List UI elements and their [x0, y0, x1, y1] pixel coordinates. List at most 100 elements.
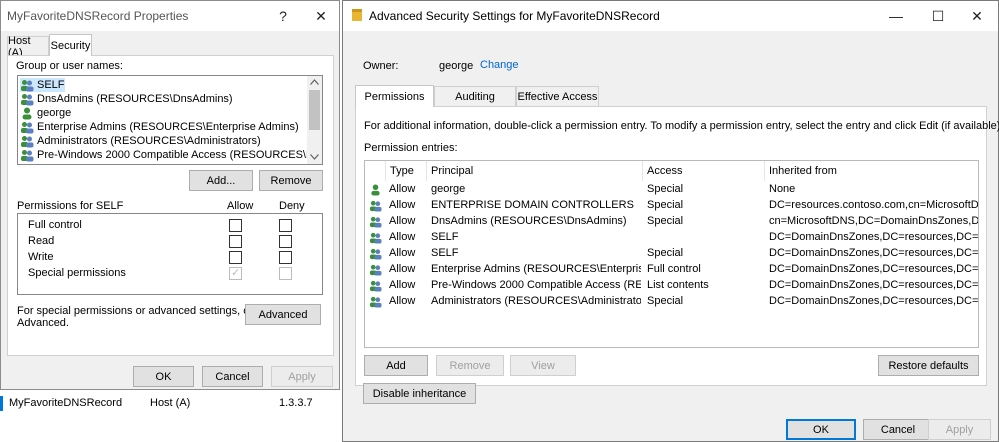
advanced-ok-button[interactable]: OK [786, 419, 856, 440]
minimize-button[interactable]: — [876, 1, 916, 31]
table-row[interactable]: Allow ENTERPRISE DOMAIN CONTROLLERS Specia… [365, 198, 978, 214]
table-row[interactable]: Allow SELF Special DC=DomainDnsZones,DC=res… [365, 246, 978, 262]
checkmark-icon: ✓ [231, 267, 241, 279]
help-button[interactable]: ? [263, 1, 303, 31]
entry-access: Special [647, 199, 684, 211]
entry-inherited: DC=DomainDnsZones,DC=resources,DC=c... [769, 247, 978, 259]
remove-user-button[interactable]: Remove [259, 170, 323, 191]
group-icon [21, 149, 34, 161]
entry-type: Allow [389, 279, 416, 291]
entry-inherited: cn=MicrosoftDNS,DC=DomainDnsZones,D... [769, 215, 978, 227]
table-row[interactable]: Allow george Special None [365, 182, 978, 198]
entry-access: Special [647, 247, 684, 259]
permissions-for-label: Permissions for SELF [17, 200, 124, 212]
maximize-button[interactable]: ☐ [918, 1, 958, 31]
scroll-down-icon[interactable] [310, 154, 319, 160]
tab-host-a[interactable]: Host (A) [7, 35, 49, 59]
list-item[interactable]: DnsAdmins (RESOURCES\DnsAdmins) [20, 92, 233, 106]
table-row[interactable]: Allow Pre-Windows 2000 Compatible Access … [365, 278, 978, 294]
entry-principal: ENTERPRISE DOMAIN CONTROLLERS [431, 199, 634, 211]
entry-access: Special [647, 215, 684, 227]
list-item[interactable]: Enterprise Admins (RESOURCES\Enterprise … [20, 120, 299, 134]
entry-access: Special [647, 183, 684, 195]
add-entry-button[interactable]: Add [364, 355, 428, 376]
read-allow-checkbox[interactable] [229, 235, 242, 248]
advanced-titlebar: Advanced Security Settings for MyFavorit… [343, 1, 998, 31]
permission-name: Special permissions [28, 267, 126, 279]
entry-type: Allow [389, 231, 416, 243]
group-icon [369, 216, 382, 231]
entry-principal: george [431, 183, 466, 195]
table-row[interactable]: Allow DnsAdmins (RESOURCES\DnsAdmins) Spec… [365, 214, 978, 230]
column-header-type[interactable]: Type [385, 161, 427, 181]
advanced-button[interactable]: Advanced [245, 304, 321, 325]
tab-auditing[interactable]: Auditing [434, 86, 516, 106]
list-item[interactable]: SELF [20, 78, 65, 92]
read-deny-checkbox[interactable] [279, 235, 292, 248]
advanced-close-button[interactable]: ✕ [957, 1, 997, 31]
list-item[interactable]: Pre-Windows 2000 Compatible Access (RESO… [20, 148, 322, 162]
properties-close-button[interactable]: ✕ [301, 1, 341, 31]
permission-name: Read [28, 235, 55, 247]
group-icon [369, 296, 382, 311]
add-user-button[interactable]: Add... [189, 170, 253, 191]
user-name: Enterprise Admins (RESOURCES\Enterprise … [37, 121, 299, 133]
disable-inheritance-button[interactable]: Disable inheritance [363, 383, 476, 404]
tab-effective-access[interactable]: Effective Access [516, 86, 599, 106]
scroll-up-icon[interactable] [310, 79, 319, 85]
allow-column-label: Allow [227, 200, 254, 212]
permission-entries-table[interactable]: Type Principal Access Inherited from All… [364, 160, 979, 348]
users-scrollbar[interactable] [307, 76, 322, 164]
entry-inherited: DC=DomainDnsZones,DC=resources,DC=c... [769, 295, 978, 307]
properties-dialog: MyFavoriteDNSRecord Properties ? ✕ Host … [0, 0, 340, 390]
entry-access: Special [647, 295, 684, 307]
dns-record-data: 1.3.3.7 [279, 397, 313, 409]
group-users-list[interactable]: SELF DnsAdmins (RESOURCES\DnsAdmins) geo… [17, 75, 323, 165]
permission-name: Full control [28, 219, 82, 231]
user-name: Pre-Windows 2000 Compatible Access (RESO… [37, 149, 322, 161]
entry-principal: SELF [431, 247, 459, 259]
view-entry-button: View [510, 355, 576, 376]
table-row[interactable]: Allow Enterprise Admins (RESOURCES\Enterp… [365, 262, 978, 278]
security-tab-panel: Group or user names: SELF DnsAdmins (RES… [7, 55, 334, 356]
column-header-principal[interactable]: Principal [427, 161, 643, 181]
user-name: Administrators (RESOURCES\Administrators… [37, 135, 261, 147]
full-control-allow-checkbox[interactable] [229, 219, 242, 232]
column-header-inherited[interactable]: Inherited from [765, 161, 978, 181]
write-deny-checkbox[interactable] [279, 251, 292, 264]
entry-principal: SELF [431, 231, 459, 243]
properties-ok-button[interactable]: OK [133, 366, 194, 387]
full-control-deny-checkbox[interactable] [279, 219, 292, 232]
properties-cancel-button[interactable]: Cancel [202, 366, 263, 387]
entry-inherited: DC=resources.contoso.com,cn=MicrosoftD..… [769, 199, 978, 211]
owner-value: george [439, 60, 474, 72]
permissions-list: Full control Read Write Special permissi… [17, 213, 323, 295]
list-item[interactable]: george [20, 106, 71, 120]
user-name: george [37, 107, 72, 119]
properties-apply-button: Apply [271, 366, 333, 387]
change-owner-link[interactable]: Change [480, 59, 519, 71]
permission-name: Write [28, 251, 54, 263]
advanced-hint-line2: Advanced. [17, 317, 69, 329]
properties-titlebar: MyFavoriteDNSRecord Properties ? ✕ [1, 1, 339, 31]
table-row[interactable]: Allow Administrators (RESOURCES\Administr… [365, 294, 978, 310]
dns-record-type: Host (A) [150, 397, 191, 409]
tab-security[interactable]: Security [49, 34, 92, 56]
dns-record-name: MyFavoriteDNSRecord [9, 397, 123, 409]
user-name: DnsAdmins (RESOURCES\DnsAdmins) [37, 93, 233, 105]
write-allow-checkbox[interactable] [229, 251, 242, 264]
group-icon [369, 280, 382, 295]
group-icon [369, 248, 382, 263]
scroll-thumb[interactable] [309, 90, 320, 130]
advanced-cancel-button[interactable]: Cancel [863, 419, 933, 440]
entry-inherited: None [769, 183, 796, 195]
selection-marker [0, 396, 3, 411]
table-row[interactable]: Allow SELF DC=DomainDnsZones,DC=resources,… [365, 230, 978, 246]
entry-type: Allow [389, 295, 416, 307]
deny-column-label: Deny [279, 200, 305, 212]
list-item[interactable]: Administrators (RESOURCES\Administrators… [20, 134, 261, 148]
tab-permissions[interactable]: Permissions [355, 85, 434, 107]
dns-record-row[interactable]: MyFavoriteDNSRecord Host (A) 1.3.3.7 [0, 395, 340, 412]
restore-defaults-button[interactable]: Restore defaults [878, 355, 979, 376]
column-header-access[interactable]: Access [643, 161, 765, 181]
